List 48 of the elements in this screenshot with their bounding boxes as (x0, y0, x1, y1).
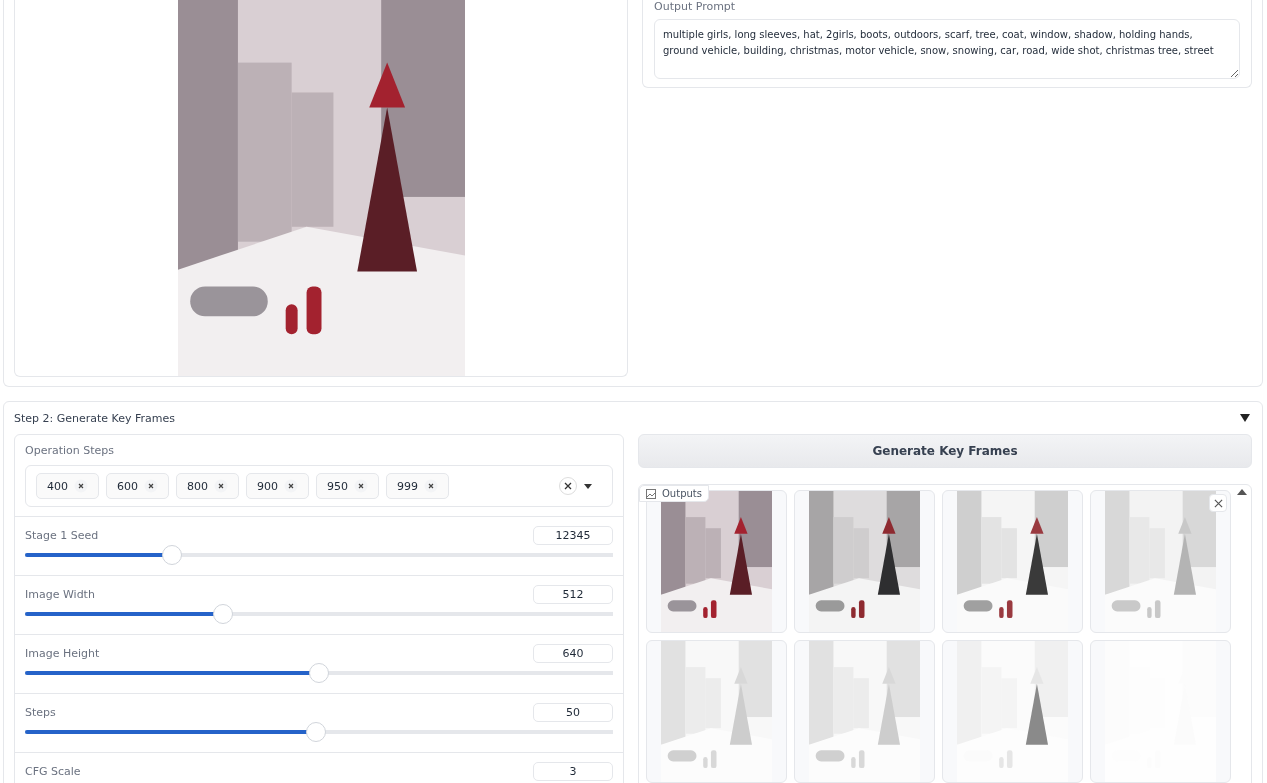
collapse-icon (1240, 414, 1250, 422)
field-label: Operation Steps (25, 444, 115, 457)
number-field[interactable]: 640 (533, 644, 613, 663)
step-chip[interactable]: 950 (316, 473, 379, 499)
remove-icon[interactable] (144, 479, 158, 493)
generate-button[interactable]: Generate Key Frames (638, 434, 1252, 468)
field-label: Output Prompt (654, 0, 737, 13)
slider-handle[interactable] (309, 663, 329, 683)
remove-icon[interactable] (214, 479, 228, 493)
dropdown-caret-icon[interactable] (584, 483, 592, 489)
multiselect-field[interactable]: 400 600 800 900 950 999 (25, 465, 613, 507)
slider-label: Image Height (25, 647, 100, 660)
number-field[interactable]: 512 (533, 585, 613, 604)
thumbnail[interactable] (1090, 640, 1231, 783)
thumbnail[interactable] (942, 490, 1083, 633)
slider-label: Steps (25, 706, 56, 719)
slider-label: CFG Scale (25, 765, 81, 778)
clear-icon[interactable] (559, 477, 577, 495)
thumbnail[interactable] (794, 640, 935, 783)
accordion-header[interactable]: Step 2: Generate Key Frames (14, 402, 1252, 434)
remove-icon[interactable] (354, 479, 368, 493)
number-field[interactable]: 3 (533, 762, 613, 781)
number-field[interactable]: 50 (533, 703, 613, 722)
step-chip[interactable]: 900 (246, 473, 309, 499)
close-button[interactable] (1209, 494, 1227, 512)
output-prompt-field[interactable]: multiple girls, long sleeves, hat, 2girls, boots, outdoors, scarf, tree, coat, window, shadow, holding hands, ground vehicle, building, christmas, motor vehicle, snow, snowing, car, road, wide shot, christmas tree, street (654, 19, 1240, 79)
thumbnail[interactable] (794, 490, 935, 633)
slider-handle[interactable] (306, 722, 327, 742)
thumbnail[interactable] (942, 640, 1083, 783)
step-chip[interactable]: 400 (36, 473, 99, 499)
close-icon (1213, 498, 1223, 508)
number-field[interactable]: 12345 (533, 526, 613, 545)
thumbnail[interactable] (646, 640, 787, 783)
remove-icon[interactable] (424, 479, 438, 493)
remove-icon[interactable] (74, 479, 88, 493)
slider-handle[interactable] (162, 545, 182, 565)
thumbnail[interactable] (646, 490, 787, 633)
gallery-title: Outputs (662, 488, 702, 499)
slider-label: Stage 1 Seed (25, 529, 99, 542)
slider-handle[interactable] (212, 604, 233, 624)
step-chip[interactable]: 800 (176, 473, 239, 499)
scroll-up-icon[interactable] (1237, 489, 1247, 495)
image-icon (646, 488, 656, 499)
step-chip[interactable]: 999 (386, 473, 449, 499)
remove-icon[interactable] (284, 479, 298, 493)
slider-label: Image Width (25, 588, 95, 601)
step-chip[interactable]: 600 (106, 473, 169, 499)
thumbnail[interactable] (1090, 490, 1231, 633)
